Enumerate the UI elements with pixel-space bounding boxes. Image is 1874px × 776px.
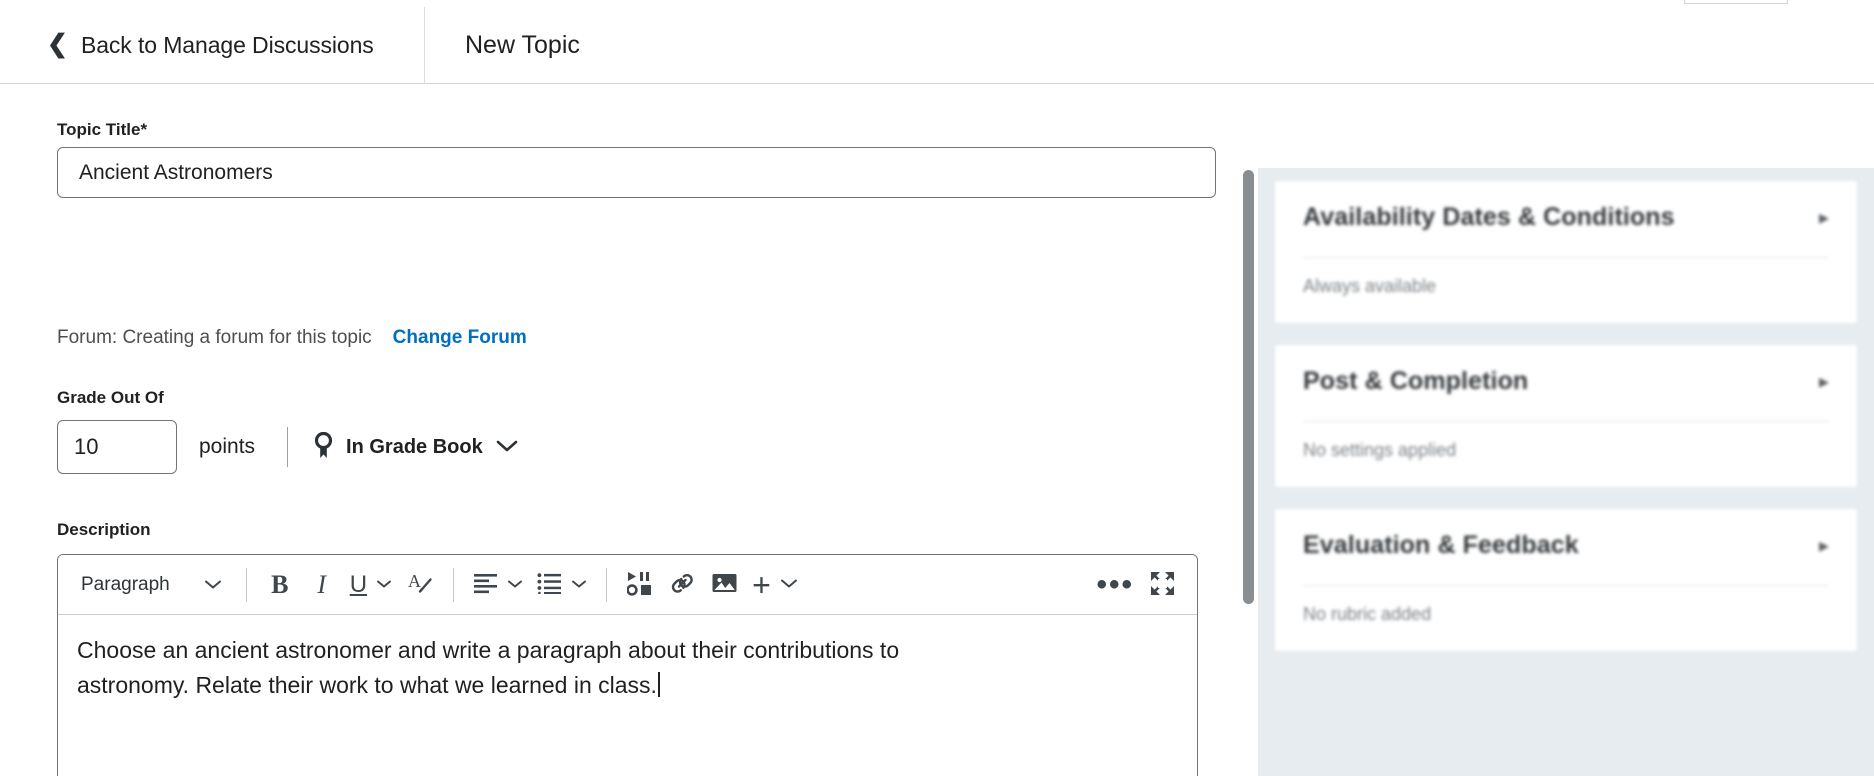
panel-divider: [1303, 257, 1829, 258]
insert-media-button[interactable]: [619, 564, 661, 606]
panel-divider: [1303, 585, 1829, 586]
insert-media-icon: [625, 571, 654, 599]
back-link-label: Back to Manage Discussions: [80, 31, 374, 58]
grade-out-of-label: Grade Out Of: [57, 388, 164, 407]
panel-header: Availability Dates & Conditions ▸: [1303, 203, 1829, 232]
main-form-column: Topic Title* Forum: Creating a forum for…: [0, 84, 1248, 776]
description-text-area[interactable]: Choose an ancient astronomer and write a…: [58, 615, 1197, 776]
description-line-2-wrap: astronomy. Relate their work to what we …: [77, 668, 1178, 703]
chevron-down-icon: [507, 577, 523, 592]
forum-row: Forum: Creating a forum for this topic C…: [57, 327, 527, 349]
svg-text:A: A: [408, 571, 421, 591]
expand-chevron-icon[interactable]: ▸: [1819, 372, 1829, 392]
topic-title-label-text: Topic Title: [57, 120, 141, 139]
topic-title-input[interactable]: [57, 147, 1216, 198]
panel-summary: No rubric added: [1303, 604, 1432, 624]
panel-header: Post & Completion ▸: [1303, 367, 1829, 396]
new-topic-page: ❮ Back to Manage Discussions New Topic T…: [0, 0, 1874, 776]
paragraph-style-select[interactable]: Paragraph: [68, 564, 234, 606]
more-options-button[interactable]: •••: [1089, 564, 1141, 606]
ribbon-award-icon: [314, 431, 333, 462]
in-grade-book-label: In Grade Book: [346, 435, 483, 458]
chevron-down-icon: [204, 574, 222, 596]
description-label: Description: [57, 520, 151, 539]
grade-divider: [287, 427, 289, 467]
back-to-manage-discussions-link[interactable]: ❮ Back to Manage Discussions: [47, 29, 374, 59]
list-button[interactable]: [530, 564, 594, 606]
header-back-region: ❮ Back to Manage Discussions: [0, 6, 425, 84]
grade-out-of-input[interactable]: [57, 420, 177, 474]
description-line-1: Choose an ancient astronomer and write a…: [77, 637, 900, 663]
bold-icon: B: [271, 569, 289, 599]
insert-link-button[interactable]: [661, 564, 703, 606]
in-grade-book-button[interactable]: In Grade Book: [314, 431, 518, 462]
panel-post-completion[interactable]: Post & Completion ▸ No settings applied: [1274, 344, 1858, 488]
underline-button[interactable]: U: [343, 564, 399, 606]
underline-icon: U: [349, 570, 368, 598]
paragraph-style-label: Paragraph: [81, 573, 170, 595]
insert-other-button[interactable]: +: [745, 564, 805, 606]
panel-evaluation-feedback[interactable]: Evaluation & Feedback ▸ No rubric added: [1274, 508, 1858, 652]
fullscreen-button[interactable]: [1141, 564, 1183, 606]
bulleted-list-icon: [537, 572, 562, 597]
panel-summary: No settings applied: [1303, 440, 1457, 460]
expand-chevron-icon[interactable]: ▸: [1819, 536, 1829, 556]
chevron-down-icon: [376, 577, 392, 592]
page-scrollbar-thumb[interactable]: [1243, 170, 1254, 604]
chevron-down-icon: [496, 439, 518, 456]
text-style-button[interactable]: A: [399, 564, 441, 606]
change-forum-link[interactable]: Change Forum: [393, 327, 527, 349]
fullscreen-icon: [1149, 570, 1176, 600]
panel-title: Post & Completion: [1303, 367, 1529, 395]
chevron-down-icon: [780, 577, 798, 592]
panel-title: Evaluation & Feedback: [1303, 531, 1579, 559]
page-title: New Topic: [465, 30, 580, 59]
panel-summary: Always available: [1303, 276, 1437, 296]
page-header: ❮ Back to Manage Discussions New Topic: [0, 6, 1874, 84]
panel-title: Availability Dates & Conditions: [1303, 203, 1675, 231]
description-line-2: astronomy. Relate their work to what we …: [77, 671, 657, 698]
italic-icon: I: [317, 569, 327, 599]
toolbar-separator: [606, 567, 608, 602]
toolbar-separator: [453, 567, 455, 602]
required-asterisk: *: [140, 120, 148, 139]
chevron-down-icon: [571, 577, 587, 592]
plus-icon: +: [752, 566, 771, 603]
insert-image-icon: [711, 572, 738, 597]
page-content: Topic Title* Forum: Creating a forum for…: [0, 84, 1874, 776]
more-options-icon: •••: [1096, 567, 1134, 601]
forum-status-text: Forum: Creating a forum for this topic: [57, 327, 372, 348]
points-unit-label: points: [199, 435, 256, 458]
insert-image-button[interactable]: [703, 564, 745, 606]
align-button[interactable]: [466, 564, 530, 606]
browser-tab-remnant: [1684, 0, 1788, 4]
description-editor: Paragraph B I U A + ••• Choose an ancien…: [57, 554, 1198, 776]
editor-toolbar: Paragraph B I U A + •••: [58, 555, 1197, 615]
panel-availability-dates-conditions[interactable]: Availability Dates & Conditions ▸ Always…: [1274, 180, 1858, 324]
expand-chevron-icon[interactable]: ▸: [1819, 208, 1829, 228]
topic-title-label: Topic Title*: [57, 120, 147, 140]
chevron-left-icon: ❮: [47, 29, 68, 58]
text-style-icon: A: [407, 570, 434, 600]
grade-row: points In Grade Book: [57, 420, 518, 474]
bold-button[interactable]: B: [259, 564, 301, 606]
settings-sidebar: Availability Dates & Conditions ▸ Always…: [1258, 168, 1874, 776]
italic-button[interactable]: I: [301, 564, 343, 606]
text-cursor: [657, 671, 660, 697]
toolbar-separator: [245, 567, 247, 602]
panel-divider: [1303, 421, 1829, 422]
panel-header: Evaluation & Feedback ▸: [1303, 531, 1829, 560]
align-left-icon: [473, 572, 498, 597]
insert-link-icon: [669, 571, 696, 599]
